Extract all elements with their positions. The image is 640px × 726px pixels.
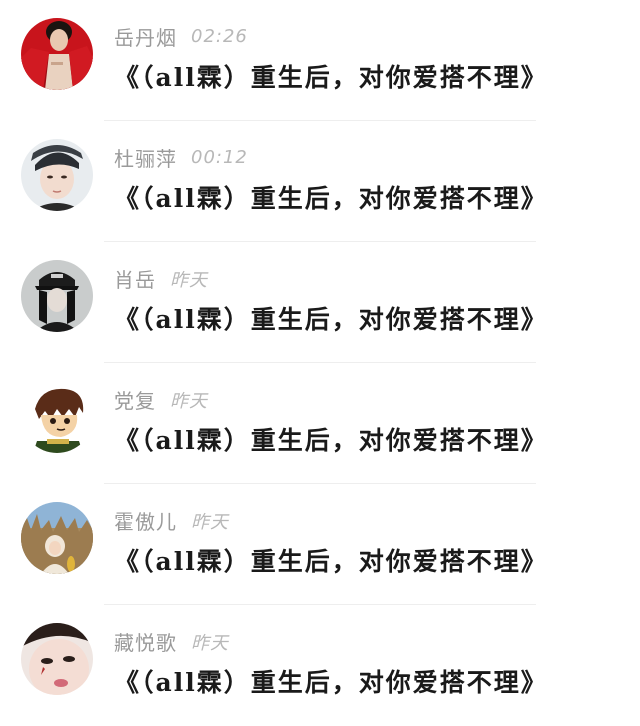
chat-list-item[interactable]: 党复 昨天 《（all霖）重生后，对你爱搭不理》 (0, 363, 640, 484)
avatar[interactable] (21, 139, 93, 211)
contact-name: 藏悦歌 (114, 631, 177, 655)
avatar[interactable] (21, 623, 93, 695)
message-preview: 《（all霖）重生后，对你爱搭不理》 (114, 426, 548, 455)
chat-list-item[interactable]: 霍傲儿 昨天 《（all霖）重生后，对你爱搭不理》 (0, 484, 640, 605)
avatar[interactable] (21, 260, 93, 332)
contact-name: 杜骊萍 (114, 147, 177, 171)
message-time: 昨天 (170, 269, 208, 291)
contact-name: 岳丹烟 (114, 26, 177, 50)
message-time: 00:12 (191, 147, 248, 168)
message-time: 昨天 (191, 511, 229, 533)
chat-list-item[interactable]: 岳丹烟 02:26 《（all霖）重生后，对你爱搭不理》 (0, 0, 640, 121)
message-time: 昨天 (191, 632, 229, 654)
avatar[interactable] (21, 381, 93, 453)
chat-list-item[interactable]: 藏悦歌 昨天 《（all霖）重生后，对你爱搭不理》 (0, 605, 640, 726)
message-time: 昨天 (170, 390, 208, 412)
chat-list-item[interactable]: 肖岳 昨天 《（all霖）重生后，对你爱搭不理》 (0, 242, 640, 363)
contact-name: 党复 (114, 389, 156, 413)
message-preview: 《（all霖）重生后，对你爱搭不理》 (114, 668, 548, 697)
chat-list-item[interactable]: 杜骊萍 00:12 《（all霖）重生后，对你爱搭不理》 (0, 121, 640, 242)
avatar[interactable] (21, 502, 93, 574)
avatar[interactable] (21, 18, 93, 90)
message-preview: 《（all霖）重生后，对你爱搭不理》 (114, 305, 548, 334)
contact-name: 肖岳 (114, 268, 156, 292)
contact-name: 霍傲儿 (114, 510, 177, 534)
chat-list: 岳丹烟 02:26 《（all霖）重生后，对你爱搭不理》 杜骊萍 00:12 《（a… (0, 0, 640, 720)
message-time: 02:26 (191, 26, 248, 47)
message-preview: 《（all霖）重生后，对你爱搭不理》 (114, 547, 548, 576)
message-preview: 《（all霖）重生后，对你爱搭不理》 (114, 63, 548, 92)
message-preview: 《（all霖）重生后，对你爱搭不理》 (114, 184, 548, 213)
